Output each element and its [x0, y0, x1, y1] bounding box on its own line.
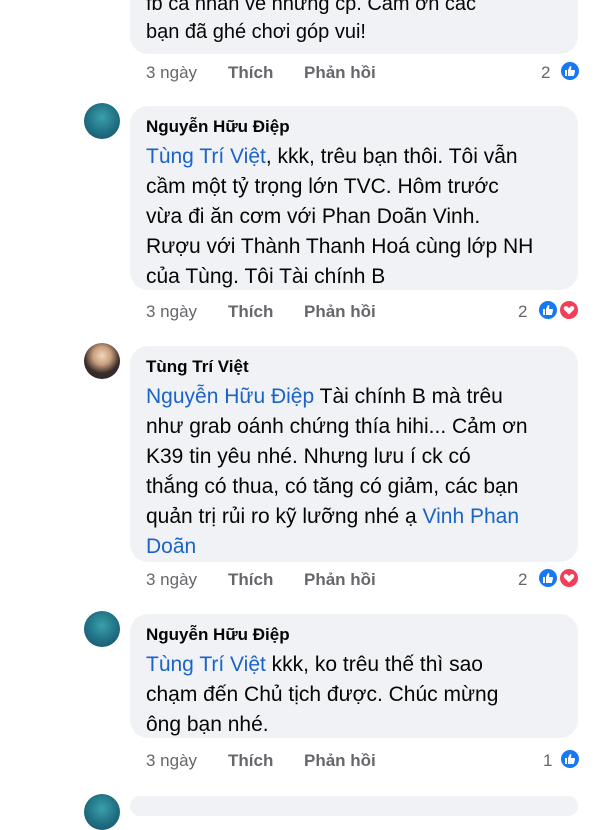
like-link[interactable]: Thích: [228, 749, 273, 773]
like-link[interactable]: Thích: [228, 61, 273, 85]
avatar[interactable]: [84, 794, 120, 830]
comment-time[interactable]: 3 ngày: [146, 300, 197, 324]
comment-line-text: kkk, ko trêu thế thì sao: [265, 653, 483, 676]
comment-line: quản trị rủi ro kỹ lưỡng nhé ạ Vinh Phan: [146, 502, 562, 532]
comment-actions: 3 ngày Thích Phản hồi: [146, 568, 446, 592]
comment-line: ông bạn nhé.: [146, 713, 269, 736]
comment-author[interactable]: Nguyễn Hữu Điệp: [146, 624, 562, 646]
like-reaction-icon[interactable]: [537, 567, 559, 589]
reaction-count[interactable]: 1: [543, 749, 552, 773]
comment-line-text: Tài chính B mà trêu: [314, 385, 503, 408]
mention-link[interactable]: Tùng Trí Việt: [146, 145, 266, 168]
avatar[interactable]: [84, 103, 120, 139]
like-link[interactable]: Thích: [228, 300, 273, 324]
comment-line: cầm một tỷ trọng lớn TVC. Hôm trước: [146, 175, 499, 198]
comment-line: K39 tin yêu nhé. Nhưng lưu í ck có: [146, 445, 471, 468]
comment-line: bạn đã ghé chơi góp vui!: [146, 21, 366, 43]
like-reaction-icon[interactable]: [537, 299, 559, 321]
like-reaction-icon[interactable]: [559, 60, 581, 82]
reaction-count[interactable]: 2: [518, 568, 527, 592]
avatar[interactable]: [84, 611, 120, 647]
comment-line: Doãn: [146, 532, 562, 562]
comment-line: Nguyễn Hữu Điệp Tài chính B mà trêu: [146, 382, 562, 412]
comment-line: Rượu với Thành Thanh Hoá cùng lớp NH: [146, 235, 534, 258]
reply-link[interactable]: Phản hồi: [304, 300, 376, 324]
comment-line: vừa đi ăn cơm với Phan Doãn Vinh.: [146, 205, 481, 228]
reply-link[interactable]: Phản hồi: [304, 568, 376, 592]
comment-author[interactable]: Nguyễn Hữu Điệp: [146, 116, 562, 138]
comment-text: Nguyễn Hữu Điệp Tài chính B mà trêu như …: [146, 382, 562, 562]
comment-text: Tùng Trí Việt kkk, ko trêu thế thì sao c…: [146, 650, 562, 740]
comment-bubble: Tùng Trí Việt Nguyễn Hữu Điệp Tài chính …: [130, 346, 578, 562]
comment-line: của Tùng. Tôi Tài chính B: [146, 265, 386, 288]
avatar[interactable]: [84, 343, 120, 379]
comment-bubble: Nguyễn Hữu Điệp Tùng Trí Việt, kkk, trêu…: [130, 106, 578, 290]
comment-actions: 3 ngày Thích Phản hồi: [146, 300, 446, 324]
comment-time[interactable]: 3 ngày: [146, 61, 197, 85]
like-reaction-icon[interactable]: [559, 748, 581, 770]
comment-text: Tùng Trí Việt, kkk, trêu bạn thôi. Tôi v…: [146, 142, 562, 292]
comment-line: fb cá nhân về những cp. Cảm ơn các: [146, 0, 477, 15]
mention-link[interactable]: Vinh Phan: [422, 505, 519, 528]
comment-line: Tùng Trí Việt kkk, ko trêu thế thì sao: [146, 650, 562, 680]
comment-line: chạm đến Chủ tịch được. Chúc mừng: [146, 683, 499, 706]
reaction-count[interactable]: 2: [541, 61, 550, 85]
reply-link[interactable]: Phản hồi: [304, 61, 376, 85]
comment-line-text: , kkk, trêu bạn thôi. Tôi vẫn: [265, 145, 518, 168]
comment-bubble: fb cá nhân về những cp. Cảm ơn các bạn đ…: [130, 0, 578, 54]
reaction-count[interactable]: 2: [518, 300, 527, 324]
comment-author[interactable]: Tùng Trí Việt: [146, 356, 562, 378]
comment-bubble: [130, 796, 578, 816]
comment-time[interactable]: 3 ngày: [146, 568, 197, 592]
comment-line: như grab oánh chứng thía hihi... Cảm ơn: [146, 415, 528, 438]
mention-link[interactable]: Doãn: [146, 535, 196, 558]
comment-actions: 3 ngày Thích Phản hồi: [146, 61, 446, 85]
heart-icon[interactable]: [558, 299, 580, 321]
heart-icon[interactable]: [558, 567, 580, 589]
comment-line: Tùng Trí Việt, kkk, trêu bạn thôi. Tôi v…: [146, 142, 562, 172]
comment-line: thắng có thua, có tăng có giảm, các bạn: [146, 475, 519, 498]
comment-bubble: Nguyễn Hữu Điệp Tùng Trí Việt kkk, ko tr…: [130, 614, 578, 738]
mention-link[interactable]: Tùng Trí Việt: [146, 653, 266, 676]
comment-line-text: quản trị rủi ro kỹ lưỡng nhé ạ: [146, 505, 423, 528]
reply-link[interactable]: Phản hồi: [304, 749, 376, 773]
comment-actions: 3 ngày Thích Phản hồi: [146, 749, 446, 773]
like-link[interactable]: Thích: [228, 568, 273, 592]
mention-link[interactable]: Nguyễn Hữu Điệp: [146, 385, 314, 408]
comment-time[interactable]: 3 ngày: [146, 749, 197, 773]
comment-text: fb cá nhân về những cp. Cảm ơn các bạn đ…: [146, 0, 562, 46]
